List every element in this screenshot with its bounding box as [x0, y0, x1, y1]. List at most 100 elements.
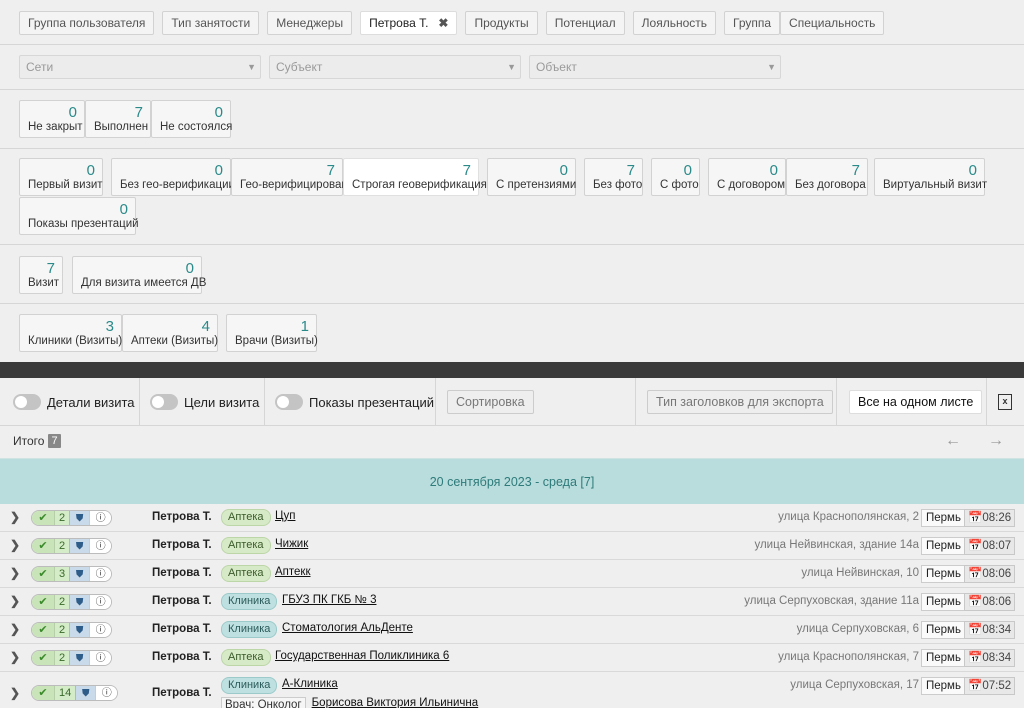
card-value: 0 [119, 201, 128, 218]
object-select[interactable]: Объект ▼ [529, 55, 781, 79]
organization-link[interactable]: Государственная Поликлиника 6 [275, 650, 449, 662]
organization-link[interactable]: Цуп [275, 510, 295, 522]
card-doctors[interactable]: 1 Врачи (Визиты) [226, 314, 318, 352]
visit-time-value: 07:52 [982, 680, 1012, 692]
visit-time: 📅08:26 [964, 509, 1016, 527]
shield-icon: ⛊ [69, 651, 90, 665]
close-icon[interactable]: ✖ [438, 16, 448, 30]
visit-status-pill: ✔ 2 ⛊ ⓘ [31, 650, 113, 666]
visit-row[interactable]: ❯ ✔ 2 ⛊ ⓘ Петрова Т. Клиника ГБУЗ ПК ГКБ № 3 ули… [0, 588, 1024, 616]
divider [0, 89, 1024, 90]
filter-tab-group[interactable]: Группа [724, 11, 781, 35]
object-select-value: Объект [536, 60, 577, 74]
excel-export-icon[interactable]: x [998, 394, 1012, 410]
subject-select[interactable]: Субъект ▼ [269, 55, 521, 79]
shield-icon: ⛊ [75, 686, 96, 700]
info-icon[interactable]: ⓘ [89, 651, 112, 665]
card-clinics[interactable]: 3 Клиники (Визиты) [19, 314, 122, 352]
chevron-down-icon: ▼ [247, 62, 256, 72]
filter-tab-loyalty[interactable]: Лояльность [632, 11, 716, 35]
export-header-type-button[interactable]: Тип заголовков для экспорта [647, 390, 833, 414]
card-value: 7 [326, 162, 335, 179]
visit-row[interactable]: ❯ ✔ 14 ⛊ ⓘ Петрова Т. Клиника А-Клиника улица Се… [0, 672, 1024, 708]
visit-time: 📅07:52 [964, 677, 1016, 695]
visit-row[interactable]: ❯ ✔ 2 ⛊ ⓘ Петрова Т. Аптека Государственная Пол… [0, 644, 1024, 672]
doctor-specialty: Врач: Онколог [221, 697, 306, 708]
info-icon[interactable]: ⓘ [95, 686, 118, 700]
filter-tab-petrova[interactable]: Петрова Т. ✖ [360, 11, 458, 35]
toggle-switch[interactable] [150, 394, 178, 410]
card-completed[interactable]: 7 Выполнен [85, 100, 151, 138]
card-label: Строгая геоверификация [352, 179, 487, 191]
city-badge: Пермь [921, 565, 966, 583]
total-count-badge: 7 [48, 434, 61, 448]
filter-tab-managers[interactable]: Менеджеры [267, 11, 353, 35]
visit-goals-toggle[interactable]: Цели визита [150, 394, 259, 410]
card-with-photo[interactable]: 0С фото [651, 158, 700, 196]
chevron-right-icon[interactable]: ❯ [10, 538, 20, 552]
toggle-switch[interactable] [13, 394, 41, 410]
organization-link[interactable]: Чижик [275, 538, 308, 550]
filter-tab-products[interactable]: Продукты [465, 11, 538, 35]
card-has-dv[interactable]: 0 Для визита имеется ДВ [72, 256, 206, 294]
networks-select[interactable]: Сети ▼ [19, 55, 261, 79]
visit-status-pill: ✔ 2 ⛊ ⓘ [31, 622, 113, 638]
card-virtual-visit[interactable]: 0 Виртуальный визит [874, 158, 987, 196]
visit-user: Петрова Т. [152, 567, 212, 579]
organization-link[interactable]: Стоматология АльДенте [282, 622, 413, 634]
visit-goal-count: 2 [54, 651, 70, 665]
filter-tab-potential[interactable]: Потенциал [545, 11, 625, 35]
card-first-visit[interactable]: 0 Первый визит [19, 158, 103, 196]
visit-status-pill: ✔ 2 ⛊ ⓘ [31, 538, 113, 554]
organization-link[interactable]: А-Клиника [282, 678, 338, 690]
sort-button[interactable]: Сортировка [447, 390, 534, 414]
info-icon[interactable]: ⓘ [89, 511, 112, 525]
visit-goal-count: 3 [54, 567, 70, 581]
info-icon[interactable]: ⓘ [89, 623, 112, 637]
organization-link[interactable]: Аптекк [275, 566, 311, 578]
card-with-claims[interactable]: 0С претензиями [487, 158, 576, 196]
card-no-contract[interactable]: 7 Без договора [786, 158, 868, 196]
all-one-sheet-button[interactable]: Все на одном листе [849, 390, 983, 414]
info-icon[interactable]: ⓘ [89, 539, 112, 553]
chevron-right-icon[interactable]: ❯ [10, 650, 20, 664]
filter-tab-user-group[interactable]: Группа пользователя [19, 11, 155, 35]
card-strict-geo[interactable]: 7 Строгая геоверификация [343, 158, 487, 196]
filter-tab-employment-type[interactable]: Тип занятости [162, 11, 260, 35]
chevron-right-icon[interactable]: ❯ [10, 622, 20, 636]
card-visit[interactable]: 7 Визит [19, 256, 63, 294]
visit-time: 📅08:34 [964, 649, 1016, 667]
card-no-geo[interactable]: 0 Без гео-верификации [111, 158, 235, 196]
card-with-contract[interactable]: 0С договором [708, 158, 786, 196]
filter-tab-specialty[interactable]: Специальность [780, 11, 885, 35]
day-header[interactable]: 20 сентября 2023 - среда [7] [0, 458, 1024, 504]
card-pharmacies[interactable]: 4 Аптеки (Визиты) [122, 314, 218, 352]
info-icon[interactable]: ⓘ [89, 595, 112, 609]
visit-row[interactable]: ❯ ✔ 2 ⛊ ⓘ Петрова Т. Аптека Чижик улица Нейвинск… [0, 532, 1024, 560]
organization-link[interactable]: ГБУЗ ПК ГКБ № 3 [282, 594, 376, 606]
doctor-name-link[interactable]: Борисова Виктория Ильинична [312, 697, 479, 708]
card-label: Для визита имеется ДВ [81, 277, 207, 289]
arrow-right-icon[interactable]: → [988, 432, 1004, 450]
chevron-right-icon[interactable]: ❯ [10, 686, 20, 700]
visit-status-pill: ✔ 2 ⛊ ⓘ [31, 594, 113, 610]
chevron-right-icon[interactable]: ❯ [10, 594, 20, 608]
visit-row[interactable]: ❯ ✔ 2 ⛊ ⓘ Петрова Т. Клиника Стоматология АльДе… [0, 616, 1024, 644]
filters-panel: Группа пользователя Тип занятости Менедж… [0, 0, 1024, 362]
card-no-photo[interactable]: 7 Без фото [584, 158, 643, 196]
card-not-closed[interactable]: 0 Не закрыт [19, 100, 85, 138]
calendar-icon: 📅 [968, 680, 983, 692]
arrow-left-icon[interactable]: ← [945, 432, 961, 450]
card-geo-verified[interactable]: 7 Гео-верифицирован [231, 158, 348, 196]
visit-details-toggle[interactable]: Детали визита [13, 394, 135, 410]
chevron-right-icon[interactable]: ❯ [10, 510, 20, 524]
visit-row[interactable]: ❯ ✔ 2 ⛊ ⓘ Петрова Т. Аптека Цуп улица Краснополя… [0, 504, 1024, 532]
card-presentations[interactable]: 0 Показы презентаций [19, 197, 139, 235]
presentations-toggle[interactable]: Показы презентаций [275, 394, 434, 410]
visit-row[interactable]: ❯ ✔ 3 ⛊ ⓘ Петрова Т. Аптека Аптекк улица Нейвинс… [0, 560, 1024, 588]
card-not-happened[interactable]: 0 Не состоялся [151, 100, 232, 138]
total-summary: Итого 7 [13, 434, 61, 448]
info-icon[interactable]: ⓘ [89, 567, 112, 581]
chevron-right-icon[interactable]: ❯ [10, 566, 20, 580]
toggle-switch[interactable] [275, 394, 303, 410]
